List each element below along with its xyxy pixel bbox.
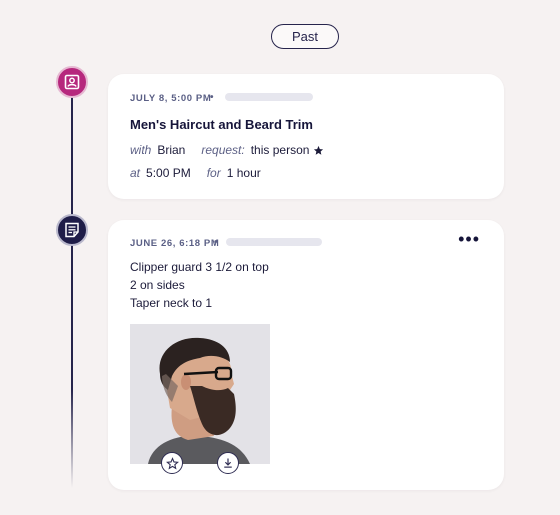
favorite-photo-button[interactable]	[161, 452, 183, 474]
loading-placeholder	[226, 238, 322, 246]
past-filter-button[interactable]: Past	[271, 24, 339, 49]
note-line: Taper neck to 1	[130, 296, 213, 310]
request-value: this person	[250, 143, 310, 157]
appointment-provider-row: with Brian request: this person	[130, 143, 324, 157]
note-line: 2 on sides	[130, 278, 185, 292]
at-label: at	[130, 166, 141, 180]
with-label: with	[130, 143, 152, 157]
note-line: Clipper guard 3 1/2 on top	[130, 260, 269, 274]
download-icon	[222, 457, 234, 469]
more-options-button[interactable]: •••	[458, 230, 480, 248]
timeline-line	[71, 92, 73, 488]
download-photo-button[interactable]	[217, 452, 239, 474]
meta-separator: •	[214, 237, 218, 248]
star-outline-icon	[165, 456, 179, 470]
appointment-time: 5:00 PM	[146, 166, 191, 180]
appointment-icon	[56, 66, 88, 98]
loading-placeholder	[225, 93, 313, 101]
note-date-time: JUNE 26, 6:18 PM	[130, 238, 220, 249]
appointment-duration: 1 hour	[226, 166, 261, 180]
appointment-date-time: JULY 8, 5:00 PM	[130, 93, 212, 104]
appointment-title: Men's Haircut and Beard Trim	[130, 117, 313, 132]
haircut-photo[interactable]	[130, 324, 270, 464]
appointment-card[interactable]: JULY 8, 5:00 PM • Men's Haircut and Bear…	[108, 74, 504, 199]
request-label: request:	[201, 143, 245, 157]
appointment-time-row: at 5:00 PM for 1 hour	[130, 166, 261, 180]
provider-name: Brian	[157, 143, 186, 157]
for-label: for	[206, 166, 221, 180]
note-text: Clipper guard 3 1/2 on top 2 on sides Ta…	[130, 258, 269, 312]
note-card[interactable]: JUNE 26, 6:18 PM • ••• Clipper guard 3 1…	[108, 220, 504, 490]
meta-separator: •	[210, 92, 214, 103]
note-icon	[56, 214, 88, 246]
star-icon	[313, 145, 324, 156]
